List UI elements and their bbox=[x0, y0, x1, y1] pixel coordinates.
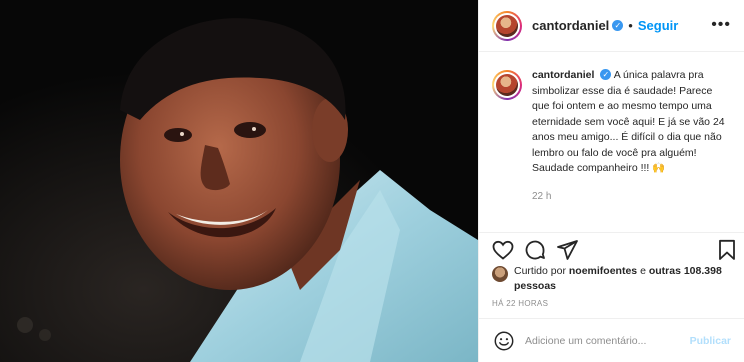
publish-button[interactable]: Publicar bbox=[690, 335, 731, 347]
caption-text: cantordaniel ✓ A única palavra pra simbo… bbox=[532, 68, 731, 177]
comment-input[interactable] bbox=[525, 334, 685, 347]
liker-avatar[interactable] bbox=[492, 266, 508, 282]
emoji-icon[interactable] bbox=[493, 330, 515, 352]
post-header: cantordaniel ✓ • Seguir ••• bbox=[479, 0, 744, 52]
comment-bar: Publicar bbox=[479, 318, 744, 362]
caption-body: A única palavra pra simbolizar esse dia … bbox=[532, 69, 725, 174]
follow-button[interactable]: Seguir bbox=[638, 18, 678, 33]
heart-icon[interactable] bbox=[491, 238, 515, 262]
likes-prefix: Curtido por bbox=[514, 265, 566, 277]
post-image bbox=[0, 0, 478, 362]
caption: cantordaniel ✓ A única palavra pra simbo… bbox=[492, 68, 731, 177]
liker-username[interactable]: noemifoentes bbox=[569, 265, 637, 277]
bookmark-icon[interactable] bbox=[715, 238, 739, 262]
caption-time[interactable]: 22 h bbox=[532, 191, 731, 202]
likes-summary: Curtido por noemifoentes e outras 108.39… bbox=[492, 264, 732, 294]
comment-icon[interactable] bbox=[523, 238, 547, 262]
post-side-panel: cantordaniel ✓ • Seguir ••• cantordaniel… bbox=[478, 0, 744, 362]
verified-icon: ✓ bbox=[612, 20, 624, 31]
author-username[interactable]: cantordaniel bbox=[532, 18, 609, 33]
separator-dot: • bbox=[628, 18, 633, 33]
likes-conjunction: e bbox=[640, 265, 646, 277]
more-icon[interactable]: ••• bbox=[711, 17, 731, 33]
post-timestamp[interactable]: HÁ 22 HORAS bbox=[492, 299, 548, 308]
likes-text: Curtido por noemifoentes e outras 108.39… bbox=[514, 264, 732, 294]
caption-username[interactable]: cantordaniel bbox=[532, 69, 594, 81]
action-bar bbox=[479, 232, 744, 266]
verified-icon: ✓ bbox=[600, 69, 612, 80]
share-icon[interactable] bbox=[555, 238, 579, 262]
comments-area: cantordaniel ✓ A única palavra pra simbo… bbox=[479, 52, 744, 230]
post-photo[interactable] bbox=[0, 0, 478, 362]
caption-avatar[interactable] bbox=[492, 70, 522, 100]
author-avatar[interactable] bbox=[492, 10, 522, 41]
